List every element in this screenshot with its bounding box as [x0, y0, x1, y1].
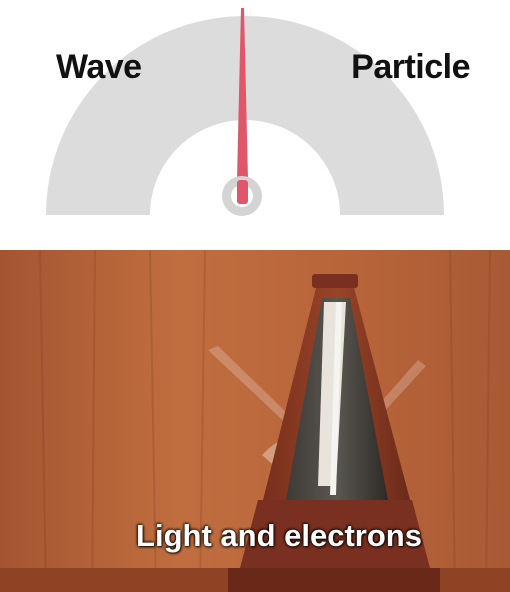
particle-label: Particle: [351, 48, 470, 86]
metronome-photo: Light and electrons: [0, 250, 510, 592]
gauge-dial: [46, 8, 444, 216]
photo-caption: Light and electrons: [136, 518, 422, 553]
meme-canvas: Wave Particle Light and electrons: [0, 0, 510, 592]
wave-label: Wave: [56, 48, 142, 86]
gauge-panel: Wave Particle: [0, 0, 510, 250]
